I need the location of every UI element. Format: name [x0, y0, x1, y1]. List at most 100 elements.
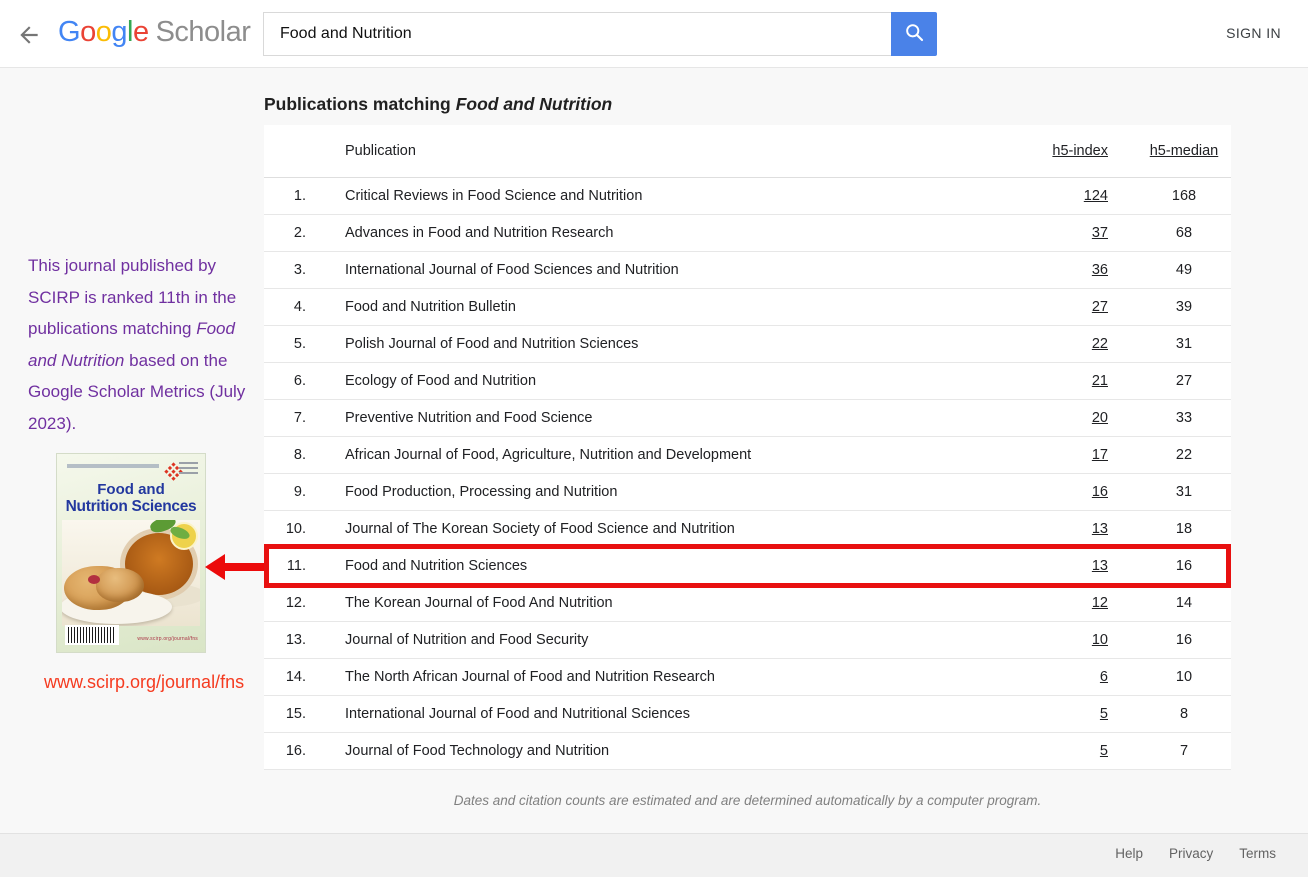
row-rank: 8.	[264, 447, 306, 463]
scirp-logo-text	[179, 462, 198, 477]
scholar-logo-word: Scholar	[156, 16, 251, 48]
table-row: 5. Polish Journal of Food and Nutrition …	[264, 326, 1231, 363]
table-row: 14. The North African Journal of Food an…	[264, 659, 1231, 696]
row-publication: Polish Journal of Food and Nutrition Sci…	[306, 336, 1017, 352]
red-arrow-head-icon	[205, 554, 225, 580]
row-h5-index[interactable]: 22	[1092, 336, 1108, 352]
row-publication: Advances in Food and Nutrition Research	[306, 225, 1017, 241]
back-button[interactable]	[16, 22, 42, 48]
cover-photo	[62, 520, 200, 626]
row-publication: The North African Journal of Food and Nu…	[306, 669, 1017, 685]
row-h5-median: 27	[1137, 373, 1231, 389]
row-rank: 9.	[264, 484, 306, 500]
table-row: 10. Journal of The Korean Society of Foo…	[264, 511, 1231, 548]
row-h5-index[interactable]: 5	[1100, 706, 1108, 722]
table-row: 9. Food Production, Processing and Nutri…	[264, 474, 1231, 511]
row-h5-index[interactable]: 10	[1092, 632, 1108, 648]
row-publication: Critical Reviews in Food Science and Nut…	[306, 188, 1017, 204]
row-rank: 10.	[264, 521, 306, 537]
footer-links: Help Privacy Terms	[1115, 846, 1276, 861]
row-publication: Preventive Nutrition and Food Science	[306, 410, 1017, 426]
page-title-prefix: Publications matching	[264, 94, 451, 114]
row-h5-index[interactable]: 17	[1092, 447, 1108, 463]
cover-website-text: www.scirp.org/journal/fns	[137, 636, 198, 642]
row-rank: 3.	[264, 262, 306, 278]
google-logo-word: Google	[58, 16, 149, 48]
row-rank: 4.	[264, 299, 306, 315]
table-row: 2. Advances in Food and Nutrition Resear…	[264, 215, 1231, 252]
row-h5-median: 33	[1137, 410, 1231, 426]
row-h5-median: 49	[1137, 262, 1231, 278]
cover-title-line2: Nutrition Sciences	[57, 498, 205, 516]
row-publication: International Journal of Food and Nutrit…	[306, 706, 1017, 722]
row-h5-median: 31	[1137, 484, 1231, 500]
row-h5-index[interactable]: 12	[1092, 595, 1108, 611]
row-h5-index[interactable]: 6	[1100, 669, 1108, 685]
row-h5-index[interactable]: 13	[1092, 521, 1108, 537]
page-title: Publications matchingFood and Nutrition	[264, 94, 612, 115]
red-arrow-line	[224, 563, 266, 571]
footer-link-help[interactable]: Help	[1115, 846, 1143, 861]
table-row: 11. Food and Nutrition Sciences 13 16	[264, 548, 1231, 585]
row-h5-index[interactable]: 36	[1092, 262, 1108, 278]
table-row: 1. Critical Reviews in Food Science and …	[264, 178, 1231, 215]
footer-link-privacy[interactable]: Privacy	[1169, 846, 1213, 861]
table-row: 15. International Journal of Food and Nu…	[264, 696, 1231, 733]
google-scholar-metrics-page: GoogleScholar SIGN IN This journal publi…	[0, 0, 1308, 877]
sign-in-link[interactable]: SIGN IN	[1226, 25, 1281, 41]
row-rank: 14.	[264, 669, 306, 685]
search-icon	[904, 22, 925, 46]
jam-shape	[88, 575, 100, 584]
search-input[interactable]	[263, 12, 891, 56]
row-rank: 5.	[264, 336, 306, 352]
cover-title: Food and Nutrition Sciences	[57, 481, 205, 516]
row-h5-index[interactable]: 16	[1092, 484, 1108, 500]
row-h5-median: 39	[1137, 299, 1231, 315]
row-rank: 1.	[264, 188, 306, 204]
row-rank: 15.	[264, 706, 306, 722]
table-header-row: Publication h5-index h5-median	[264, 125, 1231, 178]
row-h5-index[interactable]: 21	[1092, 373, 1108, 389]
row-h5-index[interactable]: 124	[1084, 188, 1108, 204]
row-publication: Journal of The Korean Society of Food Sc…	[306, 521, 1017, 537]
table-row: 16. Journal of Food Technology and Nutri…	[264, 733, 1231, 770]
h5-median-header-link[interactable]: h5-median	[1150, 143, 1219, 159]
row-h5-index[interactable]: 27	[1092, 299, 1108, 315]
row-h5-index[interactable]: 13	[1092, 558, 1108, 574]
row-h5-median: 10	[1137, 669, 1231, 685]
table-body: 1. Critical Reviews in Food Science and …	[264, 178, 1231, 770]
row-rank: 6.	[264, 373, 306, 389]
row-h5-median: 8	[1137, 706, 1231, 722]
scirp-journal-link[interactable]: www.scirp.org/journal/fns	[44, 672, 244, 693]
row-h5-index[interactable]: 20	[1092, 410, 1108, 426]
row-h5-median: 16	[1137, 632, 1231, 648]
row-rank: 11.	[264, 558, 306, 574]
row-h5-median: 14	[1137, 595, 1231, 611]
google-scholar-logo[interactable]: GoogleScholar	[58, 16, 250, 49]
row-h5-index[interactable]: 37	[1092, 225, 1108, 241]
publications-table: Publication h5-index h5-median 1. Critic…	[264, 125, 1231, 770]
row-h5-index[interactable]: 5	[1100, 743, 1108, 759]
row-rank: 13.	[264, 632, 306, 648]
table-footnote: Dates and citation counts are estimated …	[264, 793, 1231, 808]
scirp-logo-icon	[171, 462, 175, 466]
row-publication: African Journal of Food, Agriculture, Nu…	[306, 447, 1017, 463]
annotation-text: This journal published by SCIRP is ranke…	[28, 250, 258, 439]
row-h5-median: 68	[1137, 225, 1231, 241]
h5-index-header-link[interactable]: h5-index	[1052, 143, 1108, 159]
row-h5-median: 168	[1137, 188, 1231, 204]
table-row: 8. African Journal of Food, Agriculture,…	[264, 437, 1231, 474]
row-h5-median: 16	[1137, 558, 1231, 574]
row-rank: 2.	[264, 225, 306, 241]
search-button[interactable]	[891, 12, 937, 56]
row-publication: Journal of Nutrition and Food Security	[306, 632, 1017, 648]
croissant-shape	[96, 568, 144, 602]
table-row: 4. Food and Nutrition Bulletin 27 39	[264, 289, 1231, 326]
table-row: 3. International Journal of Food Science…	[264, 252, 1231, 289]
journal-cover: Food and Nutrition Sciences www.scirp.or…	[57, 454, 205, 652]
table-row: 6. Ecology of Food and Nutrition 21 27	[264, 363, 1231, 400]
footer-link-terms[interactable]: Terms	[1239, 846, 1276, 861]
row-rank: 16.	[264, 743, 306, 759]
row-rank: 7.	[264, 410, 306, 426]
page-title-query: Food and Nutrition	[456, 94, 613, 114]
